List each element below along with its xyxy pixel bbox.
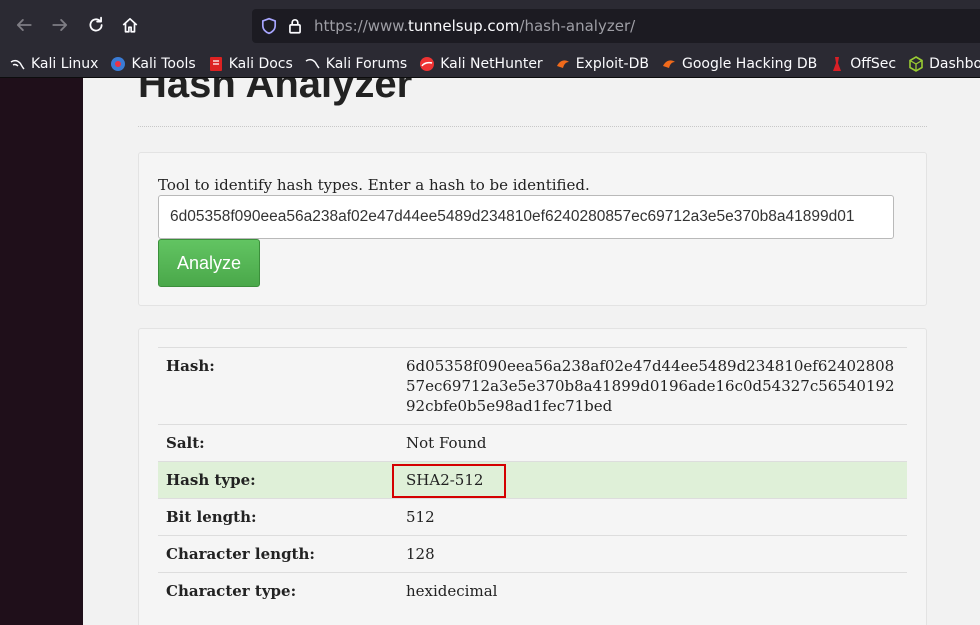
arrow-left-icon — [16, 19, 32, 31]
home-icon — [122, 17, 138, 33]
bookmarks-bar: Kali Linux Kali Tools Kali Docs Kali For… — [0, 50, 980, 78]
url-path: /hash-analyzer/ — [519, 17, 636, 35]
bookmark-ghdb[interactable]: Google Hacking DB — [661, 56, 817, 72]
ghdb-icon — [662, 59, 675, 68]
kali-tools-icon — [111, 56, 126, 71]
bookmark-kali-nethunter[interactable]: Kali NetHunter — [419, 55, 543, 72]
kali-forums-icon — [305, 58, 320, 69]
bookmark-label: Kali Linux — [31, 55, 99, 72]
browser-toolbar: https://www.tunnelsup.com/hash-analyzer/ — [0, 0, 980, 50]
lock-icon[interactable] — [286, 17, 304, 35]
nethunter-icon — [420, 56, 435, 71]
bookmark-label: Google Hacking DB — [681, 55, 818, 72]
bookmark-dashboard[interactable]: Dashboard — [908, 56, 980, 72]
title-divider — [138, 126, 927, 127]
bookmark-label: Kali Forums — [325, 55, 408, 72]
kali-dragon-icon — [10, 59, 25, 70]
table-row-hash-type: Hash type: SHA2-512 — [158, 461, 907, 499]
table-row-char-length: Character length: 128 — [158, 535, 907, 573]
table-row-char-type: Character type: hexidecimal — [158, 572, 907, 609]
hash-value-cell: 6d05358f090eea56a238af02e47d44ee5489d234… — [398, 347, 907, 425]
salt-label: Salt: — [158, 424, 398, 462]
hash-label: Hash: — [158, 347, 398, 425]
bookmark-exploit-db[interactable]: Exploit-DB — [555, 56, 649, 72]
hash-type-value: SHA2-512 — [391, 464, 507, 498]
bookmark-offsec[interactable]: OffSec — [829, 56, 896, 72]
reload-icon — [89, 16, 103, 32]
arrow-right-icon — [52, 19, 68, 31]
bookmark-kali-docs[interactable]: Kali Docs — [208, 56, 293, 72]
kali-docs-icon — [209, 56, 222, 71]
bookmark-label: Exploit-DB — [575, 55, 649, 72]
analyze-button[interactable]: Analyze — [158, 239, 260, 287]
exploit-db-icon — [556, 59, 569, 68]
hash-type-label: Hash type: — [158, 461, 398, 499]
bookmark-label: Kali NetHunter — [440, 55, 543, 72]
offsec-icon — [833, 56, 842, 71]
url-text[interactable]: https://www.tunnelsup.com/hash-analyzer/ — [314, 17, 635, 35]
table-row-salt: Salt: Not Found — [158, 424, 907, 462]
url-host: tunnelsup.com — [407, 17, 520, 35]
hash-value: 6d05358f090eea56a238af02e47d44ee5489d234… — [406, 357, 895, 415]
url-prefix: https://www. — [314, 17, 408, 35]
results-table: Hash: 6d05358f090eea56a238af02e47d44ee54… — [158, 347, 907, 609]
forward-button[interactable] — [48, 13, 72, 37]
dashboard-icon — [909, 55, 923, 72]
tracking-shield-icon[interactable] — [260, 17, 278, 35]
form-instructions: Tool to identify hash types. Enter a has… — [158, 176, 590, 194]
char-type-label: Character type: — [158, 572, 398, 609]
bookmark-label: Dashboard — [929, 55, 980, 72]
bookmark-label: Kali Docs — [228, 55, 293, 72]
table-row-hash: Hash: 6d05358f090eea56a238af02e47d44ee54… — [158, 347, 907, 425]
bookmark-kali-tools[interactable]: Kali Tools — [110, 55, 196, 72]
bit-length-label: Bit length: — [158, 498, 398, 536]
bookmark-label: OffSec — [850, 55, 897, 72]
bookmark-label: Kali Tools — [131, 55, 196, 72]
char-length-value: 128 — [398, 535, 907, 573]
page-title: Hash Analyzer — [138, 78, 413, 106]
url-bar[interactable]: https://www.tunnelsup.com/hash-analyzer/ — [252, 9, 980, 43]
table-row-bit-length: Bit length: 512 — [158, 498, 907, 536]
back-button[interactable] — [12, 13, 36, 37]
page-viewport: Hash Analyzer Tool to identify hash type… — [0, 78, 980, 625]
hash-input[interactable]: 6d05358f090eea56a238af02e47d44ee5489d234… — [158, 195, 894, 239]
salt-value: Not Found — [398, 424, 907, 462]
bookmark-kali-forums[interactable]: Kali Forums — [305, 56, 407, 72]
bit-length-value: 512 — [398, 498, 907, 536]
reload-button[interactable] — [84, 13, 108, 37]
left-gutter — [0, 78, 83, 625]
home-button[interactable] — [118, 13, 142, 37]
char-type-value: hexidecimal — [398, 572, 907, 609]
char-length-label: Character length: — [158, 535, 398, 573]
bookmark-kali-linux[interactable]: Kali Linux — [10, 56, 98, 72]
hash-type-cell: SHA2-512 — [391, 461, 907, 499]
